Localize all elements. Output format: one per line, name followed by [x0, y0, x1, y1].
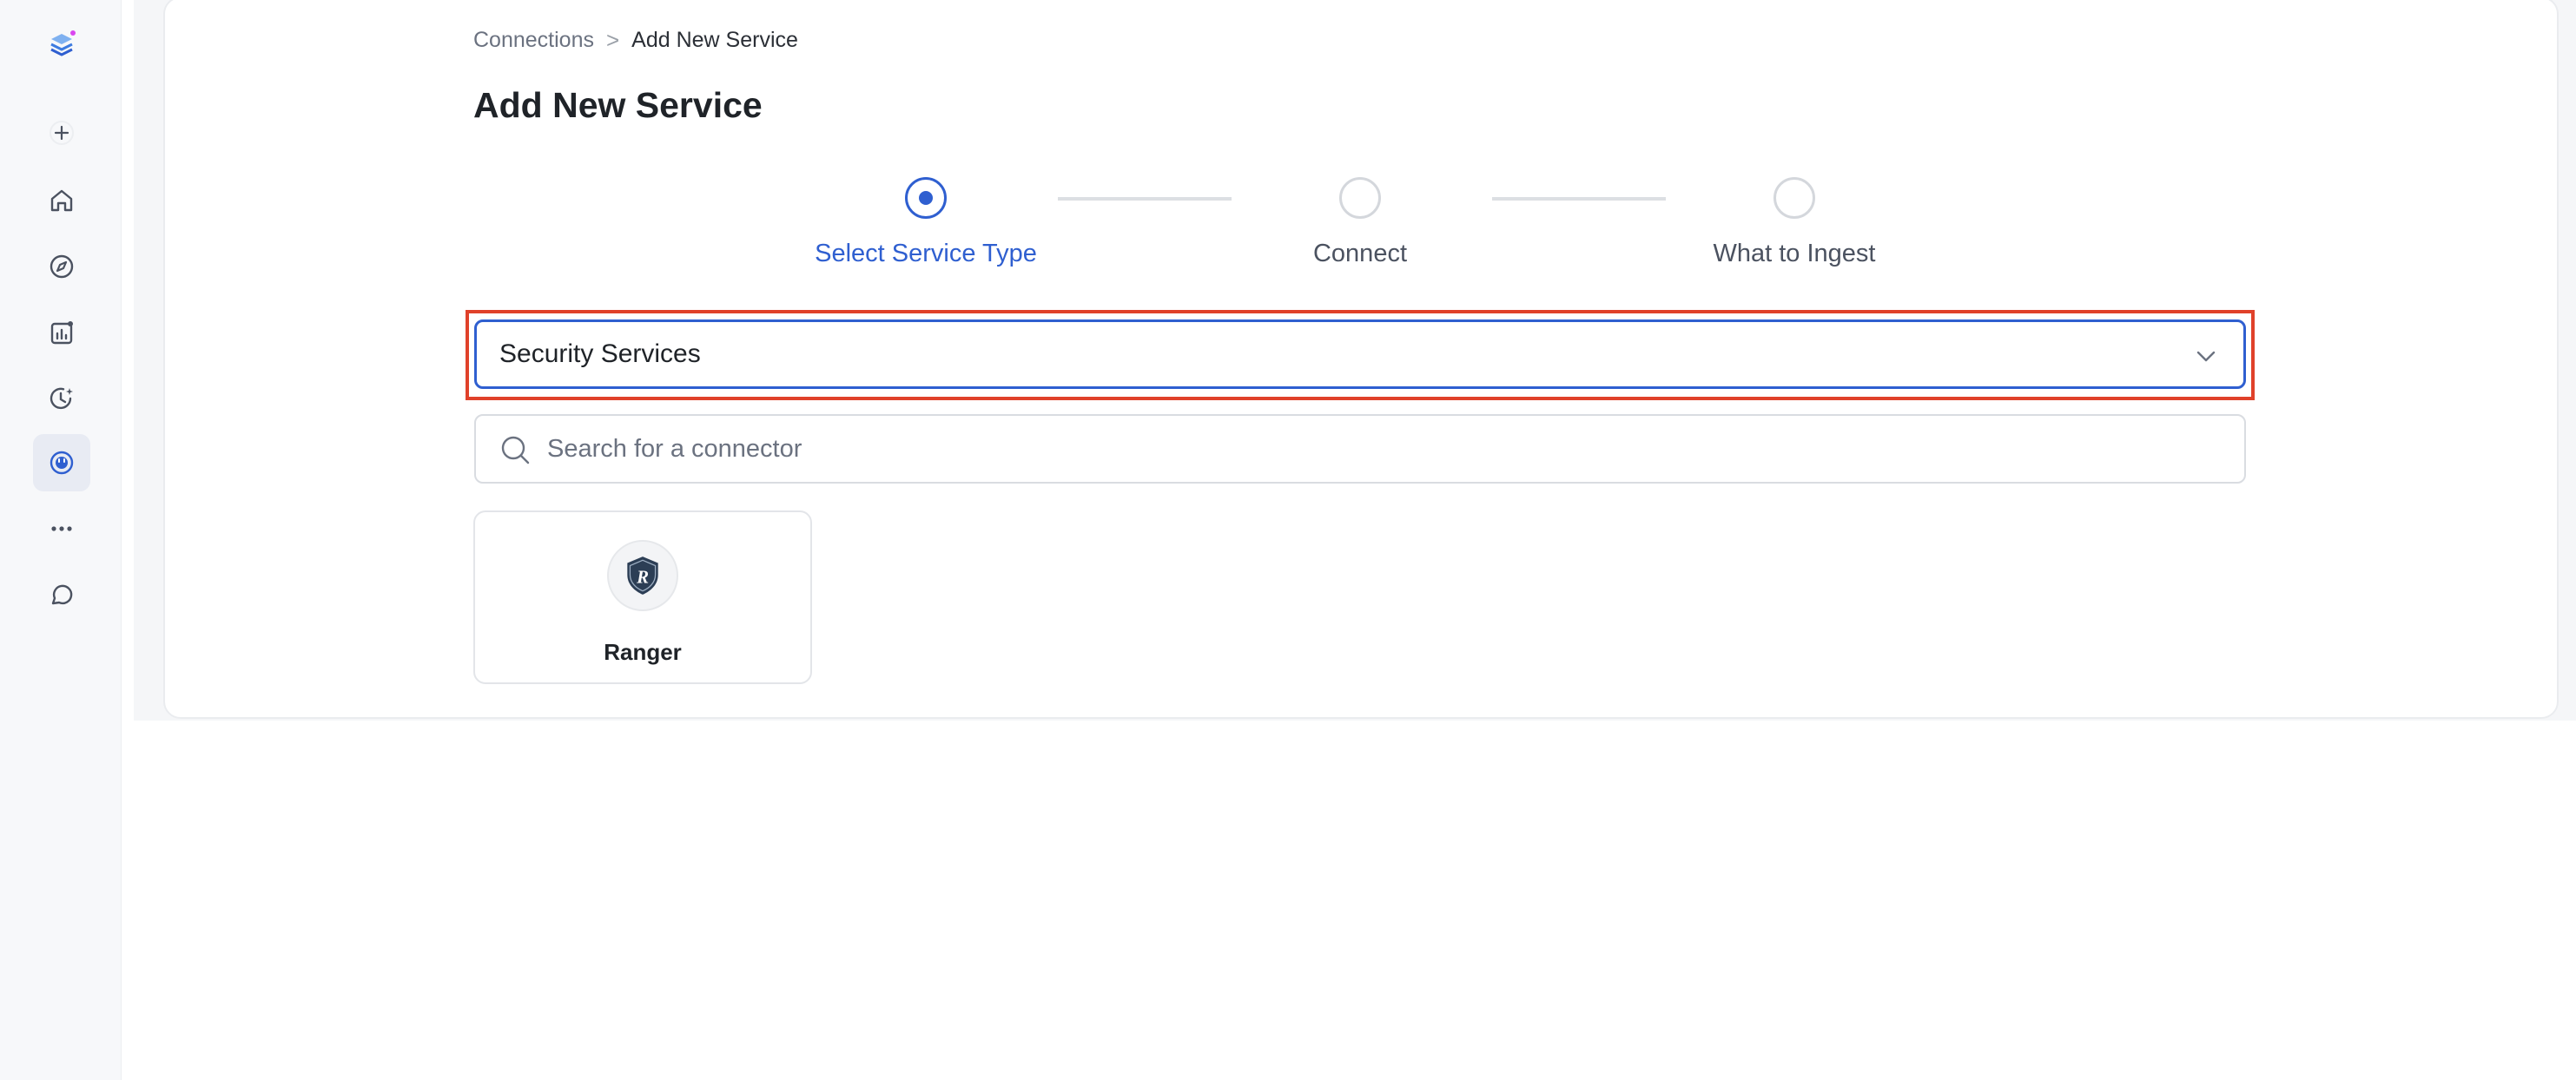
page-title: Add New Service: [473, 85, 763, 125]
home-icon[interactable]: [33, 172, 90, 229]
more-dots-icon[interactable]: [33, 500, 90, 557]
ranger-shield-icon: R: [607, 540, 678, 611]
step-3-label: What to Ingest: [1713, 240, 1876, 267]
add-plus-icon[interactable]: [33, 104, 90, 161]
breadcrumb-current: Add New Service: [631, 27, 798, 52]
insights-chart-icon[interactable]: [33, 304, 90, 361]
step-2-label: Connect: [1312, 240, 1407, 267]
settings-plug-icon[interactable]: [33, 434, 90, 491]
sidebar: [0, 0, 122, 1080]
service-type-select[interactable]: Security Services: [474, 319, 2246, 389]
breadcrumb: Connections > Add New Service: [473, 26, 798, 54]
step-3-indicator: [1773, 177, 1815, 219]
observability-clock-icon[interactable]: [33, 370, 90, 427]
app-logo-icon[interactable]: [33, 16, 90, 73]
chat-bubble-icon[interactable]: [33, 566, 90, 623]
step-connector-line-1: [1058, 197, 1232, 201]
sidebar-gutter: [122, 0, 134, 1080]
step-2-indicator: [1339, 177, 1381, 219]
explore-compass-icon[interactable]: [33, 238, 90, 295]
breadcrumb-connections-link[interactable]: Connections: [473, 28, 594, 53]
breadcrumb-separator-icon: >: [605, 26, 620, 53]
step-1-indicator: [905, 177, 947, 219]
search-icon: [501, 436, 530, 464]
step-1-label: Select Service Type: [815, 240, 1037, 267]
connector-name: Ranger: [604, 639, 682, 665]
chevron-down-icon: [2196, 351, 2216, 362]
connector-search-input[interactable]: [547, 434, 2197, 464]
connector-search: [474, 414, 2246, 484]
empty-area: [134, 721, 2576, 1080]
service-type-selected-value: Security Services: [499, 339, 701, 368]
connector-card-ranger[interactable]: R Ranger: [473, 510, 812, 684]
step-connector-line-2: [1492, 197, 1666, 201]
ranger-logo-letter: R: [636, 567, 649, 587]
